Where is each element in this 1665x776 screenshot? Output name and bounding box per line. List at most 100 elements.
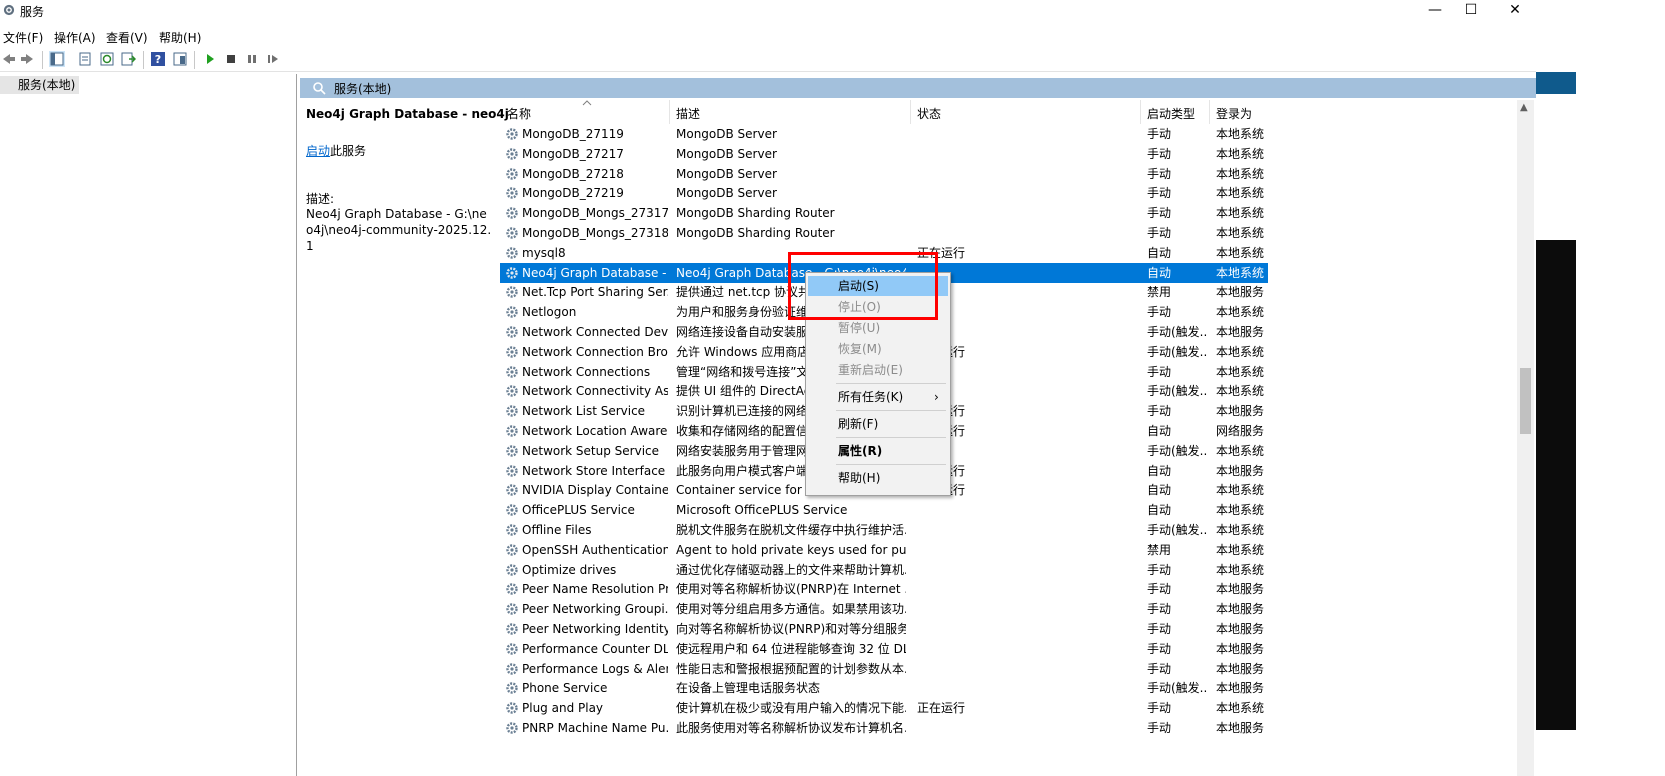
cell-startup-type: 手动 (1147, 562, 1172, 577)
cell-log-on-as: 本地系统 (1216, 483, 1265, 498)
menu-item-restart-label: 重新启动(E) (838, 363, 903, 377)
cell-name: Network Connected Devi... (522, 325, 668, 339)
restart-icon[interactable] (265, 51, 281, 67)
cell-log-on-as: 网络服务 (1216, 424, 1265, 438)
show-tree-icon[interactable] (49, 51, 65, 67)
cell-log-on-as: 本地服务 (1216, 641, 1265, 656)
service-gear-icon (506, 286, 518, 299)
column-separator[interactable] (1209, 100, 1210, 124)
scrollbar-thumb[interactable] (1520, 368, 1531, 434)
start-service-link[interactable]: 启动 (306, 144, 330, 158)
table-row[interactable]: MongoDB_Mongs_27317 MongoDB Sharding Rout… (500, 203, 1268, 223)
service-gear-icon (506, 563, 518, 576)
cell-startup-type: 手动(触发... (1147, 325, 1207, 339)
table-row[interactable]: Offline Files 脱机文件服务在脱机文件缓存中执行维护活... 手动(触发… (500, 520, 1268, 540)
table-row[interactable]: Optimize drives 通过优化存储驱动器上的文件来帮助计算机... 手动 本… (500, 560, 1268, 580)
cell-startup-type: 手动(触发... (1147, 344, 1207, 359)
cell-name: Netlogon (522, 305, 577, 320)
table-row[interactable]: Peer Networking Groupi... 使用对等分组启用多方通信。如果… (500, 599, 1268, 619)
cell-startup-type: 手动(触发... (1147, 523, 1207, 537)
menu-view[interactable]: 查看(V) (106, 29, 148, 46)
cell-name: Performance Logs & Aler... (522, 661, 668, 676)
maximize-button[interactable]: ☐ (1448, 0, 1494, 22)
toolbar-separator (143, 51, 144, 69)
cell-log-on-as: 本地服务 (1216, 602, 1265, 617)
cell-log-on-as: 本地系统 (1216, 265, 1265, 280)
properties-page-icon[interactable] (77, 51, 93, 67)
cell-description: MongoDB Server (676, 166, 777, 181)
vertical-scrollbar[interactable]: ▲ (1517, 100, 1534, 776)
menu-item-refresh-label: 刷新(F) (838, 417, 879, 431)
close-button[interactable]: ✕ (1492, 0, 1538, 22)
table-row[interactable]: MongoDB_Mongs_27318 MongoDB Sharding Rout… (500, 223, 1268, 243)
menu-item-help[interactable]: 帮助(H) (808, 468, 948, 488)
table-row[interactable]: MongoDB_27217 MongoDB Server 手动 本地系统 (500, 144, 1268, 164)
table-row[interactable]: OpenSSH Authentication ... Agent to hold … (500, 540, 1268, 560)
refresh-icon[interactable] (99, 51, 115, 67)
forward-arrow-icon[interactable] (20, 51, 36, 67)
column-separator[interactable] (669, 100, 670, 124)
table-row[interactable]: OfficePLUS Service Microsoft OfficePLUS S… (500, 500, 1268, 520)
export-list-icon[interactable] (120, 51, 136, 67)
cell-description: 使计算机在极少或没有用户输入的情况下能... (676, 701, 906, 716)
menu-action[interactable]: 操作(A) (54, 29, 96, 46)
pause-icon[interactable] (244, 51, 260, 67)
table-row[interactable]: Plug and Play 使计算机在极少或没有用户输入的情况下能... 正在运行 手… (500, 698, 1268, 718)
column-header-log-on-as[interactable]: 登录为 (1216, 105, 1252, 122)
column-header-startup-type[interactable]: 启动类型 (1147, 105, 1195, 122)
service-gear-icon (506, 405, 518, 417)
cell-startup-type: 手动 (1147, 701, 1172, 716)
menu-item-resume[interactable]: 恢复(M) (808, 339, 948, 359)
cell-description: Microsoft OfficePLUS Service (676, 503, 848, 518)
cell-startup-type: 手动(触发... (1147, 384, 1207, 399)
cell-log-on-as: 本地系统 (1216, 245, 1265, 260)
table-row[interactable]: Performance Counter DL... 使远程用户和 64 位进程能够… (500, 639, 1268, 659)
column-separator[interactable] (1140, 100, 1141, 124)
cell-log-on-as: 本地系统 (1216, 206, 1265, 221)
cell-name: OpenSSH Authentication ... (522, 542, 668, 557)
tree-node-services-local[interactable]: 服务(本地) (0, 76, 80, 94)
table-row[interactable]: MongoDB_27119 MongoDB Server 手动 本地系统 (500, 124, 1268, 144)
description-text: Neo4j Graph Database - G:\neo4j\neo4j-co… (306, 207, 492, 253)
menu-item-all-tasks[interactable]: 所有任务(K) › (808, 387, 948, 407)
services-gear-icon (3, 4, 15, 16)
cell-startup-type: 自动 (1147, 503, 1172, 518)
menu-item-pause[interactable]: 暂停(U) (808, 318, 948, 338)
service-gear-icon (506, 524, 518, 536)
service-gear-icon (506, 167, 518, 180)
menu-item-restart[interactable]: 重新启动(E) (808, 360, 948, 380)
table-row[interactable]: Peer Networking Identity... 向对等名称解析协议(PNR… (500, 619, 1268, 639)
stop-icon[interactable] (223, 51, 239, 67)
console-pane-icon[interactable] (172, 51, 188, 67)
service-gear-icon (506, 346, 518, 358)
cell-startup-type: 手动 (1147, 404, 1172, 419)
menu-item-properties[interactable]: 属性(R) (808, 441, 948, 461)
start-service-line: 启动此服务 (306, 142, 366, 159)
table-row[interactable]: MongoDB_27218 MongoDB Server 手动 本地系统 (500, 164, 1268, 184)
table-row[interactable]: Peer Name Resolution Pr... 使用对等名称解析协议(PNR… (500, 579, 1268, 599)
menu-item-refresh[interactable]: 刷新(F) (808, 414, 948, 434)
cell-description: 使用对等分组启用多方通信。如果禁用该功... (676, 602, 906, 617)
cell-log-on-as: 本地系统 (1216, 542, 1265, 557)
column-header-description[interactable]: 描述 (676, 105, 700, 122)
table-row[interactable]: MongoDB_27219 MongoDB Server 手动 本地系统 (500, 183, 1268, 203)
cell-name: Network Connection Bro... (522, 344, 668, 359)
cell-log-on-as: 本地系统 (1216, 503, 1265, 518)
cell-name: Network Location Aware... (522, 424, 668, 438)
menu-file[interactable]: 文件(F) (3, 29, 43, 46)
column-separator[interactable] (910, 100, 911, 124)
cell-description: MongoDB Server (676, 186, 777, 201)
menu-help[interactable]: 帮助(H) (159, 29, 201, 46)
cell-startup-type: 手动(触发... (1147, 681, 1207, 696)
table-row[interactable]: Performance Logs & Aler... 性能日志和警报根据预配置的计… (500, 659, 1268, 679)
table-row[interactable]: Phone Service 在设备上管理电话服务状态 手动(触发... 本地服务 (500, 678, 1268, 698)
table-row[interactable]: PNRP Machine Name Pu... 此服务使用对等名称解析协议发布计算… (500, 718, 1268, 738)
column-header-name[interactable]: 名称 (507, 105, 531, 122)
back-arrow-icon[interactable] (0, 51, 16, 67)
play-icon[interactable] (202, 51, 218, 67)
column-header-status[interactable]: 状态 (917, 105, 941, 122)
cell-startup-type: 手动 (1147, 166, 1172, 181)
help-icon[interactable]: ? (150, 51, 166, 67)
scroll-up-arrow-icon[interactable]: ▲ (1520, 102, 1528, 113)
cell-startup-type: 自动 (1147, 265, 1172, 280)
